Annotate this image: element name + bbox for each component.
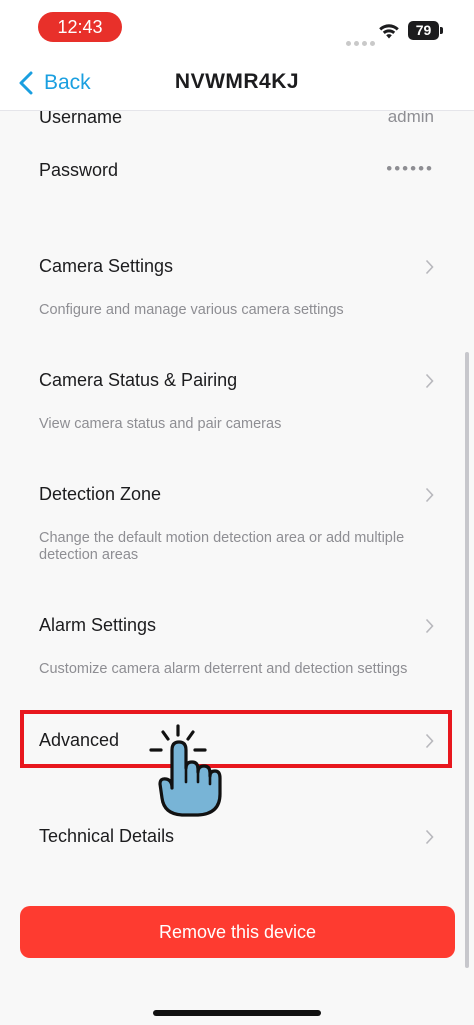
battery-icon: 79 [408,21,439,40]
chevron-right-icon [425,487,434,503]
row-description: View camera status and pair cameras [39,416,282,432]
row-title: Technical Details [39,826,175,846]
status-bar: 12:43 79 [0,0,474,56]
alarm-settings-row[interactable]: Alarm Settings Customize camera alarm de… [0,613,474,683]
username-value: admin [387,111,434,126]
chevron-right-icon [425,618,434,634]
highlight-box [20,710,452,768]
navigation-bar: Back NVWMR4KJ [0,56,474,111]
page-title: NVWMR4KJ [174,70,300,93]
row-title: Detection Zone [39,484,162,504]
row-title: Camera Settings [39,256,174,276]
settings-list[interactable]: Username admin Password •••••• Camera Se… [0,111,474,1025]
remove-device-button[interactable]: Remove this device [20,906,455,958]
row-title: Alarm Settings [39,615,157,635]
wifi-icon [379,24,399,39]
home-indicator[interactable] [153,1010,321,1016]
tap-hand-icon [149,724,222,817]
username-label: Username [39,111,123,127]
row-description: Configure and manage various camera sett… [39,302,344,318]
chevron-right-icon [425,829,434,845]
technical-details-row[interactable]: Technical Details [0,823,474,853]
row-description: Change the default motion detection area… [39,530,405,563]
password-label: Password [39,160,119,180]
chevron-right-icon [425,259,434,275]
cellular-signal-icon [346,33,378,51]
chevron-right-icon [425,373,434,389]
password-row: Password •••••• [0,157,474,187]
username-row: Username admin [0,111,474,135]
detection-zone-row[interactable]: Detection Zone Change the default motion… [0,482,474,572]
camera-status-pairing-row[interactable]: Camera Status & Pairing View camera stat… [0,368,474,438]
row-title: Camera Status & Pairing [39,370,238,390]
row-description: Customize camera alarm deterrent and det… [39,661,408,677]
password-value: •••••• [386,159,434,178]
battery-tip [440,27,443,34]
scrollbar[interactable] [465,352,469,968]
camera-settings-row[interactable]: Camera Settings Configure and manage var… [0,254,474,324]
status-time: 12:43 [38,12,122,42]
